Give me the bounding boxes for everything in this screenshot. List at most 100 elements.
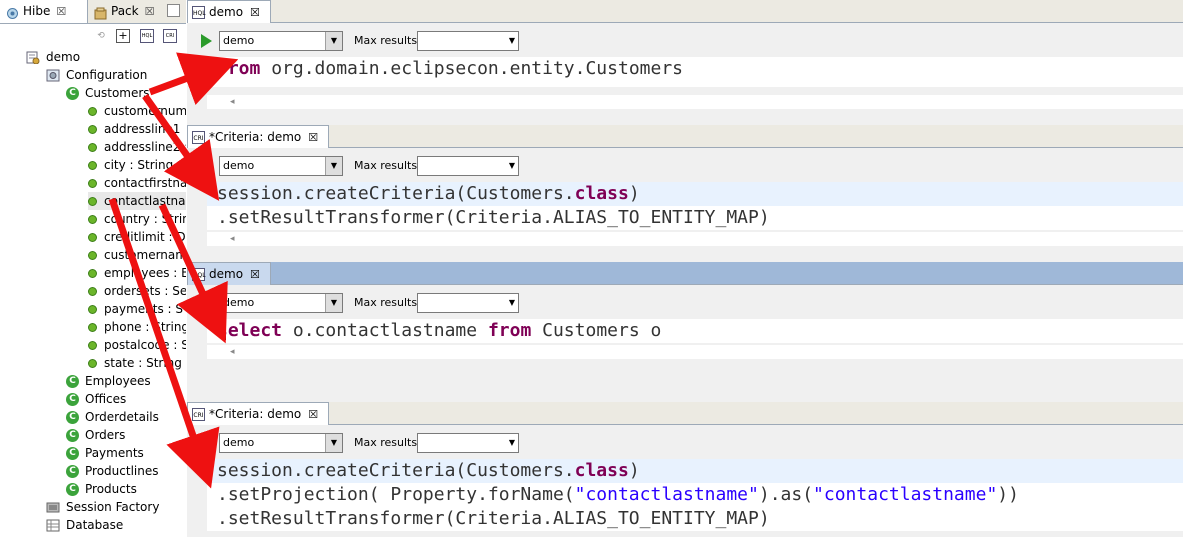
horizontal-scrollbar[interactable]: ◂	[207, 95, 1183, 109]
tab-hibernate-configurations[interactable]: Hibe ☒	[0, 0, 88, 23]
hibernate-configurations-view: Hibe ☒ Pack ☒ ⟲ + HQL CRI demo Configuratio…	[0, 0, 186, 537]
tree-node-label: customernum	[104, 104, 186, 118]
tree-node-property[interactable]: country : String	[88, 210, 186, 228]
tree-node-property[interactable]: creditlimit : D	[88, 228, 186, 246]
close-icon[interactable]: ☒	[250, 268, 260, 281]
criteria-editor-icon[interactable]: CRI	[163, 29, 177, 43]
tree-node-customers[interactable]: C Customers	[66, 84, 186, 102]
max-results-select[interactable]: ▼	[417, 156, 519, 176]
code-token: .setResultTransformer(Criteria.ALIAS_TO_…	[217, 207, 770, 228]
tree-node-offices[interactable]: C Offices	[66, 390, 186, 408]
code-line: .setResultTransformer(Criteria.ALIAS_TO_…	[207, 206, 1183, 230]
tree-node-database[interactable]: Database	[46, 516, 186, 534]
close-icon[interactable]: ☒	[145, 5, 155, 18]
max-results-select[interactable]: ▼	[417, 293, 519, 313]
minimize-view-icon[interactable]	[167, 4, 180, 17]
tree-node-property[interactable]: contactlastnar	[88, 192, 186, 210]
tree-node-label: contactlastnar	[104, 194, 186, 208]
tree-node-demo[interactable]: demo	[26, 48, 186, 66]
property-icon	[88, 215, 97, 224]
console-configuration-icon	[26, 51, 40, 65]
chevron-down-icon[interactable]: ▼	[325, 157, 342, 175]
property-icon	[88, 323, 97, 332]
class-icon: C	[66, 429, 79, 442]
close-icon[interactable]: ☒	[250, 6, 260, 19]
tree-node-property[interactable]: postalcode : St	[88, 336, 186, 354]
run-icon[interactable]	[201, 34, 212, 48]
criteria-editor-icon: CRI	[192, 408, 205, 421]
property-icon	[88, 341, 97, 350]
max-results-select[interactable]: ▼	[417, 433, 519, 453]
tree-node-session-factory[interactable]: Session Factory	[46, 498, 186, 516]
max-results-select[interactable]: ▼	[417, 31, 519, 51]
tree-node-property[interactable]: state : String	[88, 354, 186, 372]
configuration-select[interactable]: demo ▼	[219, 156, 343, 176]
tree-node-orderdetails[interactable]: C Orderdetails	[66, 408, 186, 426]
chevron-down-icon[interactable]: ▼	[509, 32, 515, 50]
tab-criteria-editor[interactable]: CRI *Criteria: demo ☒	[187, 402, 330, 425]
chevron-down-icon[interactable]: ▼	[325, 32, 342, 50]
max-results-label: Max results:	[354, 436, 421, 449]
tree-node-property[interactable]: payments : S	[88, 300, 186, 318]
tab-hql-editor[interactable]: HQL demo ☒	[187, 262, 271, 285]
run-icon[interactable]	[201, 296, 212, 310]
collection-property-icon	[88, 269, 97, 278]
tree-node-label: Productlines	[85, 464, 159, 478]
query-editor[interactable]: session.createCriteria(Customers.class).…	[207, 459, 1183, 531]
query-editor[interactable]: select o.contactlastname from Customers …	[207, 319, 1183, 343]
configuration-select[interactable]: demo ▼	[219, 31, 343, 51]
tree-node-property[interactable]: customernum	[88, 102, 186, 120]
database-icon	[46, 519, 60, 532]
code-token: ))	[997, 484, 1019, 505]
query-editor[interactable]: session.createCriteria(Customers.class).…	[207, 182, 1183, 230]
collapse-all-icon[interactable]: +	[116, 29, 130, 43]
tab-package-explorer[interactable]: Pack ☒	[88, 0, 165, 23]
chevron-down-icon[interactable]: ▼	[509, 434, 515, 452]
tree-node-property[interactable]: addressline1	[88, 120, 186, 138]
tab-label: demo	[209, 5, 244, 19]
run-icon[interactable]	[201, 159, 212, 173]
tree-node-property[interactable]: employees : Er	[88, 264, 186, 282]
configuration-icon	[46, 69, 60, 82]
close-icon[interactable]: ☒	[308, 408, 318, 421]
tree-node-property[interactable]: customernam	[88, 246, 186, 264]
tab-hql-editor[interactable]: HQL demo ☒	[187, 0, 271, 23]
query-editor[interactable]: from org.domain.eclipsecon.entity.Custom…	[207, 57, 1183, 87]
close-icon[interactable]: ☒	[56, 5, 66, 18]
keyword-token: from	[217, 58, 261, 79]
refresh-icon[interactable]: ⟲	[94, 29, 108, 43]
tree-node-property[interactable]: contactfirstnar	[88, 174, 186, 192]
horizontal-scrollbar[interactable]: ◂	[207, 232, 1183, 246]
tree-node-payments[interactable]: C Payments	[66, 444, 186, 462]
tree-node-products[interactable]: C Products	[66, 480, 186, 498]
tree-node-label: creditlimit : D	[104, 230, 186, 244]
horizontal-scrollbar[interactable]: ◂	[207, 345, 1183, 359]
property-icon	[88, 143, 97, 152]
tree-node-property[interactable]: addressline2 : S	[88, 138, 186, 156]
tree-node-productlines[interactable]: C Productlines	[66, 462, 186, 480]
tree-node-property[interactable]: phone : String	[88, 318, 186, 336]
tree-node-orders[interactable]: C Orders	[66, 426, 186, 444]
tab-label: *Criteria: demo	[209, 130, 302, 144]
code-token: ).as(	[758, 484, 814, 505]
configuration-select[interactable]: demo ▼	[219, 433, 343, 453]
tree-node-property[interactable]: ordersets : Set<	[88, 282, 186, 300]
collection-property-icon	[88, 287, 97, 296]
hql-editor-icon[interactable]: HQL	[140, 29, 154, 43]
tab-label: Hibe	[23, 4, 51, 18]
tree-node-property[interactable]: city : String	[88, 156, 186, 174]
chevron-down-icon[interactable]: ▼	[509, 157, 515, 175]
tree-node-label: demo	[46, 50, 81, 64]
chevron-down-icon[interactable]: ▼	[325, 294, 342, 312]
configuration-select[interactable]: demo ▼	[219, 293, 343, 313]
class-icon: C	[66, 411, 79, 424]
tree-node-label: payments : S	[104, 302, 183, 316]
chevron-down-icon[interactable]: ▼	[325, 434, 342, 452]
tab-criteria-editor[interactable]: CRI *Criteria: demo ☒	[187, 125, 330, 148]
close-icon[interactable]: ☒	[308, 131, 318, 144]
tree-node-employees[interactable]: C Employees	[66, 372, 186, 390]
max-results-label: Max results:	[354, 296, 421, 309]
chevron-down-icon[interactable]: ▼	[509, 294, 515, 312]
run-icon[interactable]	[201, 436, 212, 450]
tree-node-configuration[interactable]: Configuration	[46, 66, 186, 84]
